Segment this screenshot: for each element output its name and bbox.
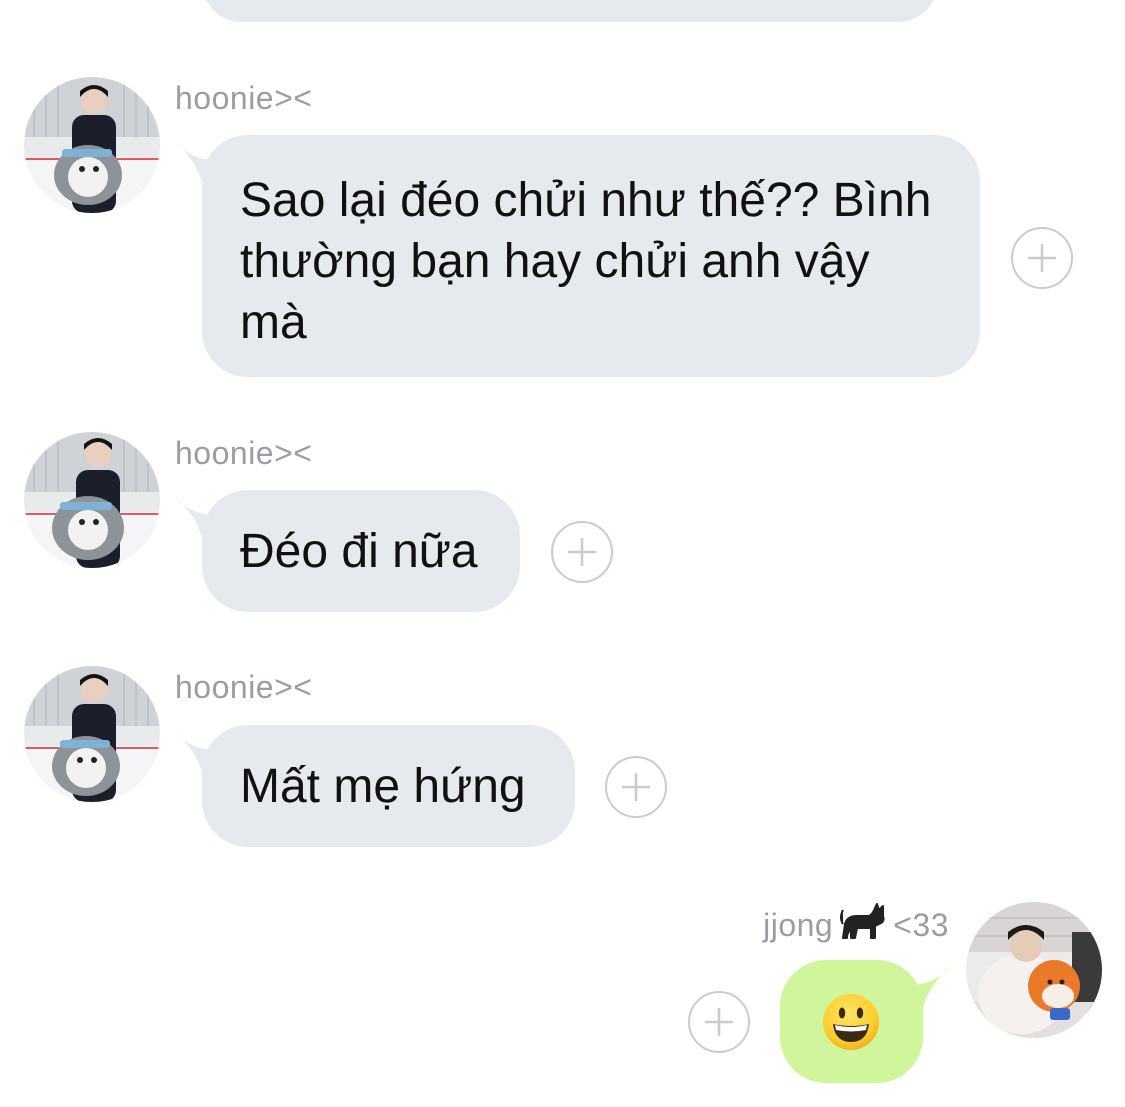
bubble-tail-icon: [893, 966, 951, 1020]
sender-name-suffix: <33: [893, 907, 949, 943]
plus-icon: [622, 773, 650, 801]
bubble-tail-icon: [174, 731, 232, 785]
message-bubble[interactable]: Sao lại đéo chửi như thế?? Bình thường b…: [174, 135, 980, 377]
chat-thread: hoonie>< Sao lại đéo chửi như thế?? Bình…: [0, 0, 1125, 1107]
add-reaction-button[interactable]: [605, 756, 667, 818]
sender-name: jjong <33: [763, 902, 949, 944]
sender-name-text: jjong: [763, 907, 834, 943]
grinning-face-emoji-icon: [823, 994, 879, 1050]
avatar[interactable]: [24, 77, 160, 213]
black-cat-icon: [840, 903, 885, 939]
sender-name: hoonie><: [175, 435, 313, 471]
add-reaction-button[interactable]: [688, 991, 750, 1053]
bubble-tail-icon: [174, 496, 232, 550]
message-text: Sao lại đéo chửi như thế?? Bình thường b…: [240, 174, 932, 349]
message-bubble[interactable]: [780, 960, 951, 1083]
avatar[interactable]: [966, 902, 1102, 1038]
avatar-penguin-icon: [24, 432, 160, 568]
plus-icon: [705, 1008, 733, 1036]
avatar[interactable]: [24, 666, 160, 802]
avatar-penguin-icon: [24, 666, 160, 802]
avatar[interactable]: [24, 432, 160, 568]
message-bubble[interactable]: Mất mẹ hứng: [174, 725, 575, 847]
bubble-tail-icon: [174, 141, 232, 195]
add-reaction-button[interactable]: [551, 521, 613, 583]
avatar-orange-plush-icon: [966, 902, 1102, 1038]
avatar-penguin-icon: [24, 77, 160, 213]
message-text: Mất mẹ hứng: [240, 760, 526, 813]
plus-icon: [1028, 244, 1056, 272]
plus-icon: [568, 538, 596, 566]
sender-name: hoonie><: [175, 80, 313, 116]
add-reaction-button[interactable]: [1011, 227, 1073, 289]
message-text: Đéo đi nữa: [240, 525, 478, 578]
message-bubble[interactable]: Đéo đi nữa: [174, 490, 520, 612]
sender-name: hoonie><: [175, 669, 313, 705]
previous-message-bubble[interactable]: [202, 0, 938, 22]
